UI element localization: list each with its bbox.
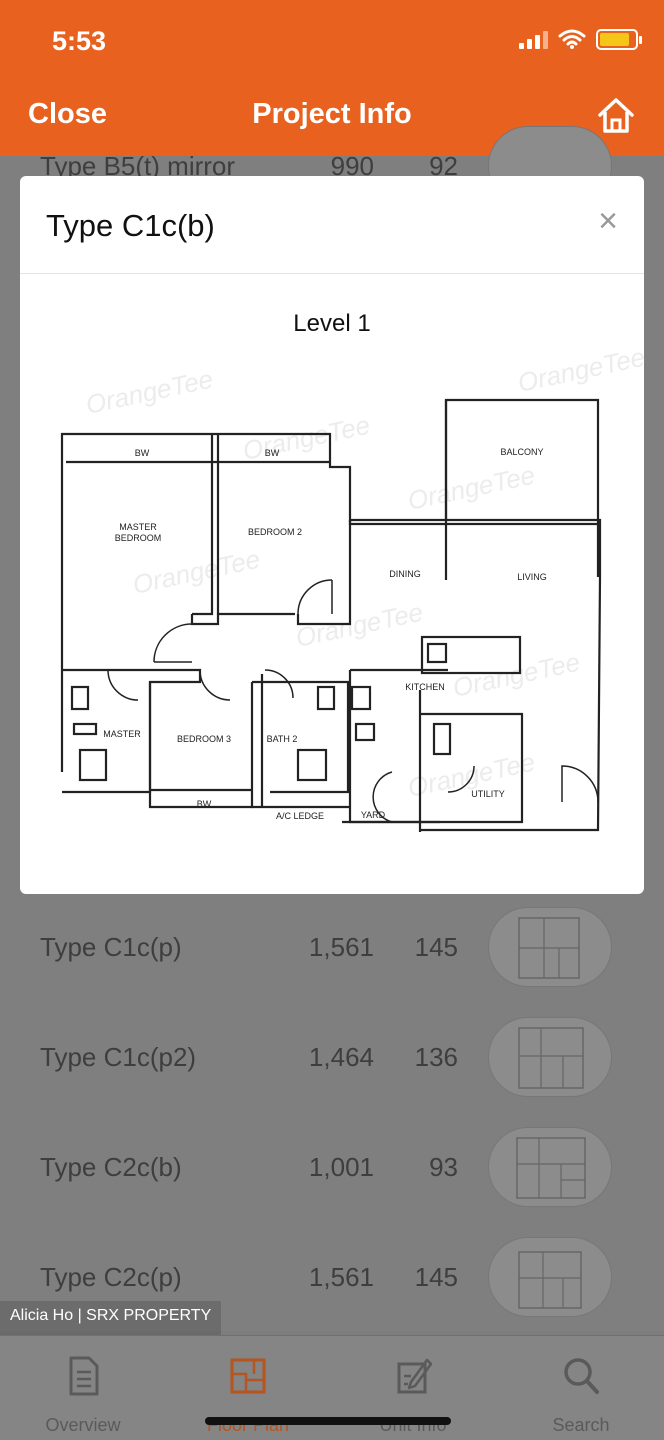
room-label: BATH 2 [267, 734, 298, 744]
unit-type-name: Type C2c(b) [40, 1152, 182, 1182]
list-item[interactable]: Type C1c(p2) 1,464 136 [0, 1002, 664, 1112]
svg-text:OrangeTee: OrangeTee [130, 544, 263, 600]
room-label: MASTER [103, 729, 141, 739]
document-icon [69, 1356, 99, 1396]
floor-plan-thumbnail[interactable] [488, 1237, 612, 1317]
room-label: DINING [389, 569, 421, 579]
room-label: MASTER [119, 522, 157, 532]
tab-search[interactable]: Search [521, 1354, 641, 1436]
status-time: 5:53 [52, 26, 107, 56]
room-label: BW [265, 448, 280, 458]
close-icon[interactable]: × [598, 204, 618, 238]
unit-sqm: 136 [414, 1042, 458, 1072]
level-label: Level 1 [293, 310, 371, 337]
room-label: BALCONY [500, 447, 543, 457]
status-icons [519, 28, 642, 50]
floor-plan-thumbnail[interactable] [488, 1017, 612, 1097]
edit-icon [397, 1358, 433, 1394]
unit-sqft: 1,001 [308, 1152, 374, 1182]
watermark-label: Alicia Ho | SRX PROPERTY [0, 1301, 222, 1335]
svg-text:OrangeTee: OrangeTee [450, 647, 583, 703]
floor-plan-thumbnail[interactable] [488, 1127, 612, 1207]
list-item[interactable]: Type C2c(b) 1,001 93 [0, 1112, 664, 1222]
search-icon [564, 1358, 599, 1394]
list-item[interactable]: Type C1c(p) 1,561 145 [0, 892, 664, 1002]
room-label: UTILITY [471, 789, 505, 799]
svg-text:OrangeTee: OrangeTee [83, 364, 216, 420]
floor-plan-modal: Type C1c(b) × Level 1 OrangeTee OrangeTe… [20, 176, 644, 894]
unit-type-name: Type C2c(p) [40, 1262, 182, 1292]
home-indicator [205, 1417, 451, 1425]
signal-icon [519, 29, 548, 49]
unit-type-name: Type C1c(p) [40, 932, 182, 962]
unit-sqm: 93 [429, 1152, 458, 1182]
divider [20, 273, 644, 274]
unit-sqft: 1,561 [308, 1262, 374, 1292]
svg-text:OrangeTee: OrangeTee [515, 352, 644, 398]
room-label: BEDROOM 2 [248, 527, 302, 537]
modal-title: Type C1c(b) [46, 208, 215, 243]
watermark-text: OrangeTee OrangeTee OrangeTee OrangeTee … [83, 352, 644, 803]
svg-text:OrangeTee: OrangeTee [405, 460, 538, 516]
tab-overview[interactable]: Overview [23, 1354, 143, 1436]
room-label: BW [135, 448, 150, 458]
room-label: LIVING [517, 572, 547, 582]
wifi-icon [558, 29, 586, 49]
unit-sqft: 1,464 [308, 1042, 374, 1072]
room-label: BW [197, 799, 212, 809]
tab-label: Search [552, 1415, 610, 1435]
floor-plan-thumbnail[interactable] [488, 907, 612, 987]
room-label: YARD [361, 810, 386, 820]
unit-sqft: 1,561 [308, 932, 374, 962]
floor-plan-icon [230, 1358, 266, 1394]
room-label: A/C LEDGE [276, 811, 324, 821]
tab-label: Overview [45, 1415, 121, 1435]
room-label: KITCHEN [405, 682, 445, 692]
battery-icon [596, 28, 642, 50]
room-label: BEDROOM 3 [177, 734, 231, 744]
floor-plan-drawing[interactable]: OrangeTee OrangeTee OrangeTee OrangeTee … [20, 352, 644, 882]
unit-sqm: 145 [414, 932, 458, 962]
room-label: BEDROOM [115, 533, 162, 543]
unit-type-name: Type C1c(p2) [40, 1042, 197, 1072]
svg-text:OrangeTee: OrangeTee [240, 410, 373, 466]
unit-sqm: 145 [414, 1262, 458, 1292]
